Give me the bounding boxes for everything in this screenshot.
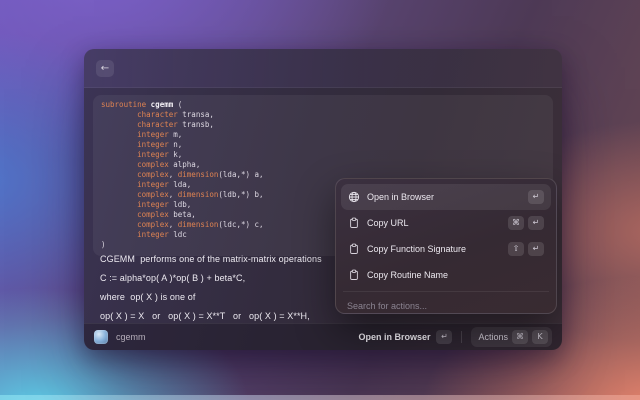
clipboard-icon	[348, 243, 360, 255]
actions-list: Open in Browser↵Copy URL⌘↵Copy Function …	[341, 184, 551, 288]
code-line: subroutine cgemm (	[101, 100, 545, 110]
keycap: ⌘	[512, 330, 528, 344]
action-item[interactable]: Copy URL⌘↵	[341, 210, 551, 236]
footer-bar: cgemm Open in Browser ↵ Actions ⌘K	[84, 323, 562, 350]
code-line: integer k,	[101, 150, 545, 160]
action-item[interactable]: Open in Browser ↵	[341, 184, 551, 210]
keycap: ⌘	[508, 216, 524, 230]
window-header: ←	[84, 49, 562, 88]
primary-action-label: Open in Browser	[358, 332, 430, 342]
actions-button[interactable]: Actions ⌘K	[471, 327, 552, 347]
result-app-icon	[94, 330, 108, 344]
action-shortcut-keys: ⌘↵	[508, 216, 544, 230]
return-key-icon: ↵	[436, 330, 452, 344]
code-line: character transa,	[101, 110, 545, 120]
back-arrow-icon: ←	[101, 63, 109, 74]
raycast-window: ← subroutine cgemm ( character transa, c…	[84, 49, 562, 350]
action-shortcut-keys: ↵	[528, 190, 544, 204]
globe-icon	[348, 191, 360, 203]
result-title: cgemm	[116, 332, 358, 342]
action-label: Copy Routine Name	[367, 270, 537, 280]
action-item[interactable]: Copy Function Signature⇧↵	[341, 236, 551, 262]
divider	[461, 331, 462, 343]
action-label: Open in Browser	[367, 192, 521, 202]
keycap: ↵	[528, 190, 544, 204]
action-item[interactable]: Copy Routine Name	[341, 262, 551, 288]
keycap: ↵	[528, 242, 544, 256]
primary-action-button[interactable]: Open in Browser ↵	[358, 330, 452, 344]
desktop-background: ← subroutine cgemm ( character transa, c…	[0, 0, 640, 400]
code-line: integer n,	[101, 140, 545, 150]
action-label: Copy Function Signature	[367, 244, 501, 254]
actions-button-label: Actions	[478, 332, 508, 342]
divider	[343, 291, 549, 292]
actions-search	[341, 295, 551, 317]
actions-search-input[interactable]	[347, 301, 545, 311]
action-label: Copy URL	[367, 218, 501, 228]
code-line: character transb,	[101, 120, 545, 130]
code-line: complex alpha,	[101, 160, 545, 170]
background-glow-strip	[0, 395, 640, 400]
keycap: ⇧	[508, 242, 524, 256]
code-line: integer m,	[101, 130, 545, 140]
actions-button-keys: ⌘K	[512, 330, 548, 344]
clipboard-icon	[348, 217, 360, 229]
keycap: K	[532, 330, 548, 344]
action-shortcut-keys: ⇧↵	[508, 242, 544, 256]
clipboard-icon	[348, 269, 360, 281]
keycap: ↵	[528, 216, 544, 230]
actions-popup: Open in Browser↵Copy URL⌘↵Copy Function …	[335, 178, 557, 314]
back-button[interactable]: ←	[96, 60, 114, 77]
